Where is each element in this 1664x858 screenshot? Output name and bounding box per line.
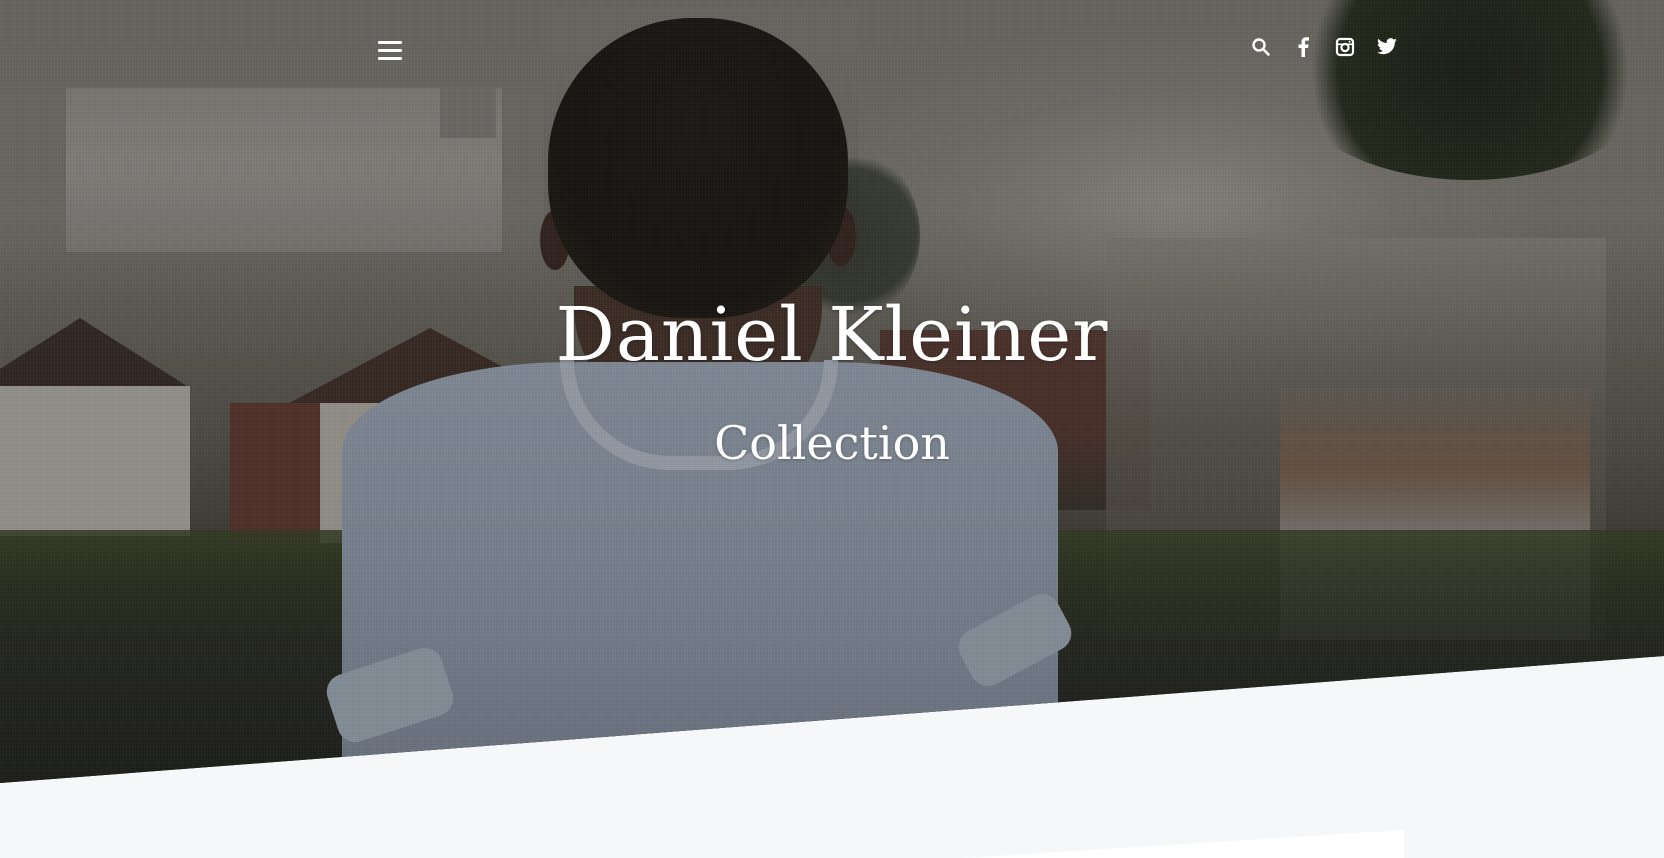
search-icon[interactable]	[1250, 36, 1272, 58]
site-header	[0, 0, 1664, 100]
content-area	[0, 783, 1664, 858]
menu-bar	[378, 40, 402, 44]
menu-bar	[378, 48, 402, 52]
instagram-icon[interactable]	[1334, 36, 1356, 58]
hamburger-menu-icon[interactable]	[378, 36, 406, 64]
facebook-icon[interactable]	[1292, 36, 1314, 58]
twitter-icon[interactable]	[1376, 36, 1398, 58]
hero-title: Daniel Kleiner	[555, 292, 1109, 378]
hero-section: Daniel Kleiner Collection	[0, 0, 1664, 783]
page: Daniel Kleiner Collection	[0, 0, 1664, 858]
hero-subtitle: Collection	[714, 416, 950, 470]
menu-bar	[378, 56, 402, 60]
header-icon-group	[1250, 36, 1398, 58]
